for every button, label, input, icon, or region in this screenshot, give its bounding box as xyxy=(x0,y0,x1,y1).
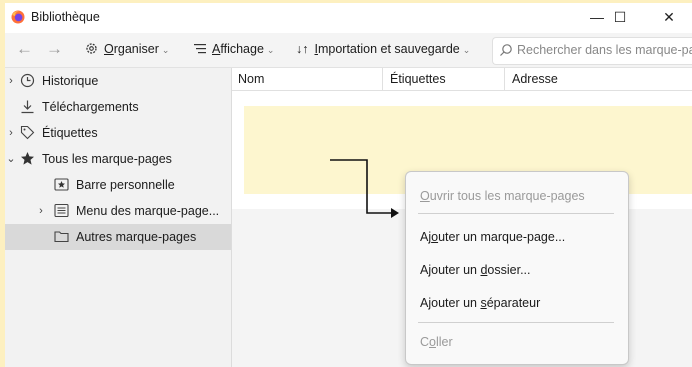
sidebar-item-label: Tous les marque-pages xyxy=(42,152,172,166)
maximize-button[interactable]: ☐ xyxy=(590,3,650,31)
star-icon xyxy=(21,152,34,165)
chevron-down-icon: ⌄ xyxy=(462,45,471,55)
menu-item-add-separator[interactable]: Ajouter un séparateur xyxy=(420,296,540,310)
sidebar-item-all-bookmarks[interactable]: ⌄ Tous les marque-pages xyxy=(5,146,231,172)
clock-icon xyxy=(20,73,35,88)
toolbar: ← → Organiser ⌄ Affichage ⌄ ↓↑ Importation … xyxy=(5,33,692,68)
download-icon xyxy=(21,100,34,114)
expand-arrow-icon[interactable]: › xyxy=(5,68,17,94)
sidebar-item-label: Menu des marque-page... xyxy=(76,204,220,218)
sidebar-item-bookmarks-menu[interactable]: › Menu des marque-page... xyxy=(5,198,231,224)
sidebar-item-etiquettes[interactable]: › Étiquettes xyxy=(5,120,231,146)
import-backup-menu-button[interactable]: ↓↑ Importation et sauvegarde ⌄ xyxy=(296,42,470,56)
expand-arrow-icon[interactable]: › xyxy=(5,120,17,146)
menu-separator xyxy=(418,322,614,323)
menu-item-open-all-bookmarks: Ouvrir tous les marque-pages xyxy=(420,189,585,203)
collapse-arrow-icon[interactable]: ⌄ xyxy=(5,146,17,172)
column-divider[interactable] xyxy=(382,68,383,90)
list-view-icon xyxy=(194,44,206,54)
sidebar-item-label: Historique xyxy=(42,74,99,88)
search-placeholder: Rechercher dans les marque-pages xyxy=(517,43,692,57)
firefox-logo-icon xyxy=(11,10,25,24)
menu-item-add-folder[interactable]: Ajouter un dossier... xyxy=(420,263,531,277)
column-header-name[interactable]: Nom xyxy=(238,72,264,86)
annotation-arrow-icon xyxy=(330,159,399,218)
menu-item-paste: Coller xyxy=(420,335,453,349)
import-export-arrows-icon: ↓↑ xyxy=(296,42,309,56)
column-header-tags[interactable]: Étiquettes xyxy=(390,72,446,86)
sidebar-tree: › Historique Téléchargements › Étiquette… xyxy=(5,68,232,367)
sidebar-item-bookmarks-toolbar[interactable]: Barre personnelle xyxy=(5,172,231,198)
menu-list-icon xyxy=(54,203,69,218)
sidebar-item-label: Téléchargements xyxy=(42,100,139,114)
chevron-down-icon: ⌄ xyxy=(266,45,275,55)
sidebar-item-label: Barre personnelle xyxy=(76,178,175,192)
column-header-address[interactable]: Adresse xyxy=(512,72,558,86)
affichage-menu-button[interactable]: Affichage ⌄ xyxy=(194,42,274,56)
column-divider[interactable] xyxy=(504,68,505,90)
sidebar-item-label: Autres marque-pages xyxy=(76,230,197,244)
library-window: Bibliothèque — ☐ ✕ ← → Organiser ⌄ Affich… xyxy=(5,3,692,367)
gear-icon xyxy=(86,43,97,54)
organiser-menu-button[interactable]: Organiser ⌄ xyxy=(85,42,169,56)
menu-separator xyxy=(418,213,614,214)
affichage-label: ffichage xyxy=(220,42,264,56)
sidebar-item-telechargements[interactable]: Téléchargements xyxy=(5,94,231,120)
close-button[interactable]: ✕ xyxy=(646,3,692,31)
chevron-down-icon: ⌄ xyxy=(161,45,170,55)
context-menu: Ouvrir tous les marque-pages Ajouter un … xyxy=(405,171,629,365)
tag-icon xyxy=(20,125,35,140)
sidebar-item-historique[interactable]: › Historique xyxy=(5,68,231,94)
import-label: mportation et sauvegarde xyxy=(317,42,460,56)
expand-arrow-icon[interactable]: › xyxy=(35,198,47,224)
organiser-accesskey: O xyxy=(104,42,114,56)
sidebar-item-label: Étiquettes xyxy=(42,126,98,140)
column-header-row: Nom Étiquettes Adresse xyxy=(232,68,692,91)
organiser-label: rganiser xyxy=(113,42,159,56)
search-icon xyxy=(500,44,512,56)
menu-item-add-bookmark[interactable]: Ajouter un marque-page... xyxy=(420,230,565,244)
back-arrow-icon[interactable]: ← xyxy=(16,39,33,59)
search-input[interactable]: Rechercher dans les marque-pages xyxy=(492,37,692,65)
toolbar-star-icon xyxy=(54,178,69,191)
window-title: Bibliothèque xyxy=(31,10,100,24)
folder-icon xyxy=(54,231,69,243)
title-bar: Bibliothèque — ☐ ✕ xyxy=(5,3,692,31)
forward-arrow-icon[interactable]: → xyxy=(46,39,63,59)
sidebar-item-other-bookmarks[interactable]: Autres marque-pages xyxy=(5,224,231,250)
